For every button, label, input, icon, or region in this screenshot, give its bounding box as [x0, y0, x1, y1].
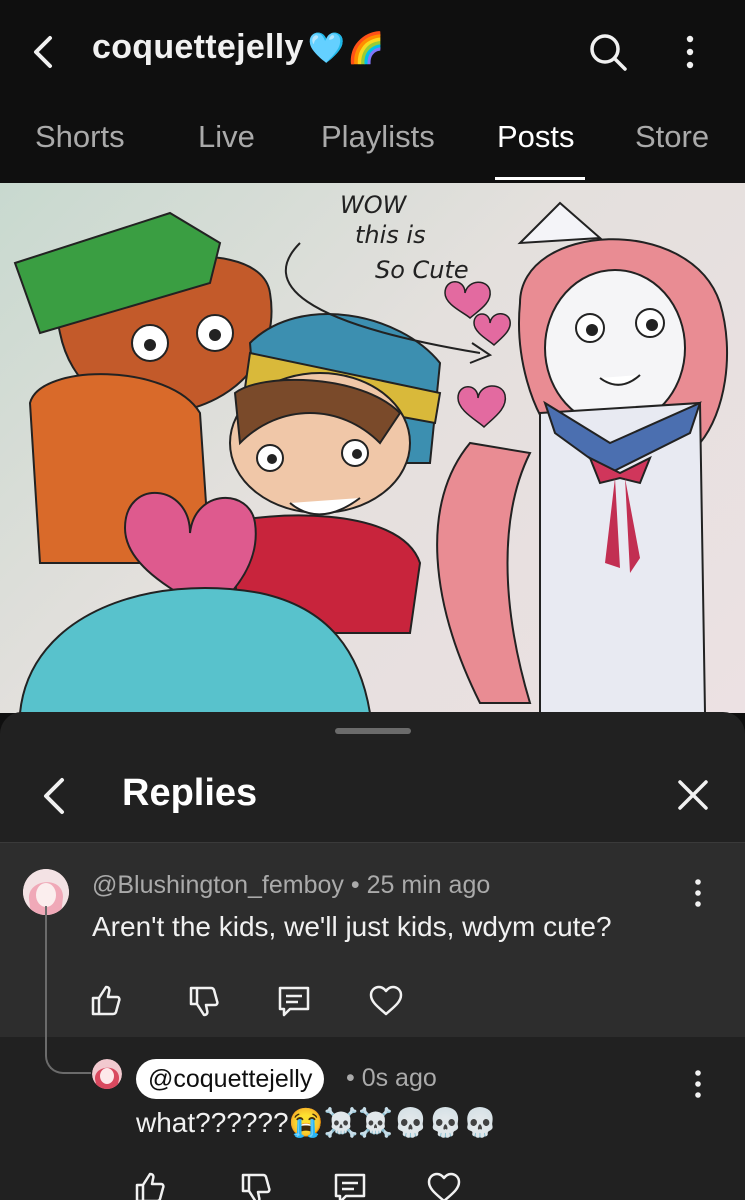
caption-line-3: So Cute — [375, 256, 469, 284]
heart-emoji: 🩵 — [307, 32, 346, 65]
comment-meta: @Blushington_femboy • 25 min ago — [92, 871, 490, 900]
channel-name-text: coquettejelly — [92, 28, 304, 66]
search-icon[interactable] — [587, 31, 629, 73]
comment-text: Aren't the kids, we'll just kids, wdym c… — [92, 911, 612, 942]
active-tab-indicator — [495, 177, 585, 180]
like-icon[interactable] — [132, 1170, 168, 1200]
avatar[interactable] — [92, 1059, 122, 1089]
parent-comment: @Blushington_femboy • 25 min ago Aren't … — [0, 843, 745, 1037]
dislike-icon[interactable] — [186, 983, 222, 1019]
caption-line-2: this is — [355, 221, 426, 249]
more-vert-icon[interactable] — [693, 1069, 703, 1099]
reply-text: what?????? — [136, 1107, 289, 1138]
back-arrow-icon[interactable] — [40, 776, 68, 816]
reply-emojis: 😭☠️☠️💀💀💀 — [288, 1107, 498, 1138]
like-icon[interactable] — [88, 983, 124, 1019]
tab-live[interactable]: Live — [198, 119, 255, 155]
caption-line-1: WOW — [340, 191, 408, 219]
heart-icon[interactable] — [426, 1170, 462, 1200]
comment-text: what??????😭☠️☠️💀💀💀 — [136, 1106, 498, 1139]
thread-connector — [45, 906, 91, 1074]
comment-time: 25 min ago — [366, 871, 491, 899]
replies-sheet: Replies @Blushington_femboy • 25 min ago… — [0, 712, 745, 1200]
drag-handle[interactable] — [335, 728, 411, 734]
channel-tabs: Shorts Live Playlists Posts Store — [0, 105, 745, 183]
heart-icon[interactable] — [368, 983, 404, 1019]
comment-author[interactable]: @Blushington_femboy — [92, 871, 344, 899]
post-image[interactable]: WOW this is So Cute — [0, 183, 745, 713]
more-vert-icon[interactable] — [680, 34, 700, 70]
reply-icon[interactable] — [276, 983, 312, 1019]
post-illustration: WOW this is So Cute — [13, 191, 729, 713]
more-vert-icon[interactable] — [693, 878, 703, 908]
reply-icon[interactable] — [332, 1170, 368, 1200]
sheet-title: Replies — [122, 772, 258, 814]
tab-playlists[interactable]: Playlists — [321, 119, 435, 155]
rainbow-emoji: 🌈 — [347, 32, 386, 65]
comment-time: 0s ago — [361, 1064, 437, 1092]
tab-shorts[interactable]: Shorts — [35, 119, 125, 155]
tab-posts[interactable]: Posts — [497, 119, 575, 155]
comment-actions — [132, 1170, 462, 1200]
meta-separator: • — [346, 1064, 362, 1092]
back-arrow-icon[interactable] — [28, 34, 60, 70]
close-icon[interactable] — [676, 778, 710, 812]
channel-name: coquettejelly 🩵🌈 — [92, 28, 385, 67]
tab-store[interactable]: Store — [635, 119, 709, 155]
comment-meta: • 0s ago — [346, 1064, 437, 1093]
channel-header: coquettejelly 🩵🌈 — [0, 0, 745, 105]
meta-separator: • — [350, 871, 367, 899]
creator-mention-chip[interactable]: @coquettejelly — [136, 1059, 325, 1099]
dislike-icon[interactable] — [238, 1170, 274, 1200]
comment-actions — [88, 983, 404, 1019]
